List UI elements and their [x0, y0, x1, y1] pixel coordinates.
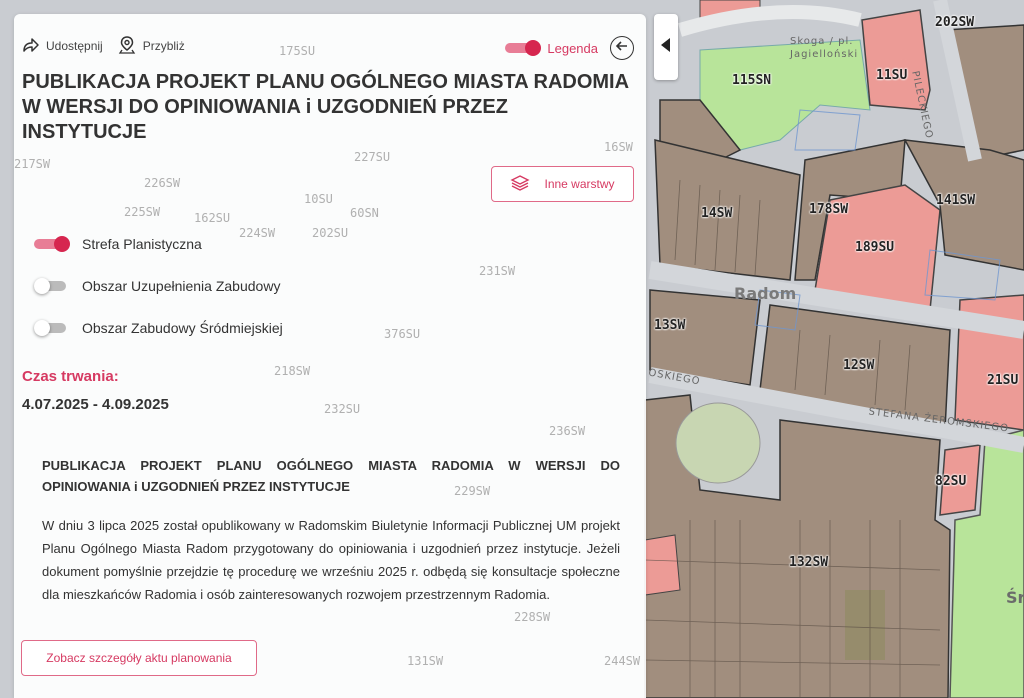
arrow-left-icon [615, 39, 629, 58]
layer-toggle-srodmiejskiej[interactable] [34, 320, 70, 336]
legend-label: Legenda [547, 40, 598, 56]
map-label-82su: 82SU [935, 474, 967, 489]
map-label-13sw: 13SW [654, 318, 686, 333]
layer-row-strefa: Strefa Planistyczna [34, 236, 202, 252]
faint-label: 228SW [514, 610, 551, 624]
map-pin-icon [117, 35, 137, 58]
planning-details-label: Zobacz szczegóły aktu planowania [46, 651, 232, 665]
faint-label: 202SU [312, 226, 349, 240]
map-label-189su: 189SU [855, 240, 895, 255]
faint-label: 224SW [239, 226, 276, 240]
faint-label: 10SU [304, 192, 333, 206]
faint-label: 225SW [124, 205, 161, 219]
page-title: PUBLIKACJA PROJEKT PLANU OGÓLNEGO MIASTA… [22, 71, 629, 143]
faint-label: 227SU [354, 150, 391, 164]
zoom-to-label: Przybliż [142, 39, 185, 53]
map-label-202sw: 202SW [935, 15, 975, 30]
map-zone-left-pink [644, 534, 681, 596]
map-city-label: Radom [734, 284, 797, 303]
map-label-12sw: 12SW [843, 358, 875, 373]
faint-label: 244SW [604, 654, 641, 668]
triangle-left-icon [661, 37, 671, 57]
map-label-srod: Śród [1006, 588, 1024, 607]
panel-toolbar: Udostępnij Przybliż Legenda [20, 35, 634, 60]
layers-icon [510, 173, 531, 196]
collapse-panel-button[interactable] [654, 14, 678, 80]
map-label-11su: 11SU [876, 68, 908, 83]
layer-toggle-strefa[interactable] [34, 236, 70, 252]
map-park [675, 402, 761, 484]
faint-label: 376SU [384, 327, 421, 341]
faint-label: 226SW [144, 176, 181, 190]
map-label-141sw: 141SW [936, 193, 976, 208]
map-label-14sw: 14SW [701, 206, 733, 221]
layer-label: Obszar Zabudowy Śródmiejskiej [82, 320, 283, 336]
layer-label: Strefa Planistyczna [82, 236, 202, 252]
map-label-21su: 21SU [987, 373, 1019, 388]
map-street-skoga: Skoga / pl. Jagielloński [790, 36, 859, 60]
description-body: W dniu 3 lipca 2025 został opublikowany … [42, 518, 620, 602]
info-panel: 175SU 227SU 226SW 217SW 225SW 162SU 224S… [14, 14, 646, 698]
other-layers-label: Inne warstwy [544, 177, 615, 191]
map-label-178sw: 178SW [809, 202, 849, 217]
other-layers-button[interactable]: Inne warstwy [491, 166, 634, 202]
layer-row-uzupelnienia: Obszar Uzupełnienia Zabudowy [34, 278, 280, 294]
faint-label: 232SU [324, 402, 361, 416]
layer-row-srodmiejskiej: Obszar Zabudowy Śródmiejskiej [34, 320, 283, 336]
share-icon [20, 35, 40, 58]
faint-label: 236SW [549, 424, 586, 438]
zoom-to-button[interactable]: Przybliż [117, 35, 185, 58]
legend-toggle[interactable] [505, 40, 542, 56]
duration-label: Czas trwania: [22, 368, 119, 385]
layer-toggle-uzupelnienia[interactable] [34, 278, 70, 294]
planning-details-button[interactable]: Zobacz szczegóły aktu planowania [21, 640, 257, 676]
faint-label: 162SU [194, 211, 231, 225]
description-title: PUBLIKACJA PROJEKT PLANU OGÓLNEGO MIASTA… [42, 458, 620, 494]
legend-control: Legenda [505, 36, 634, 60]
faint-label: 60SN [350, 206, 379, 220]
faint-label: 131SW [407, 654, 444, 668]
map-label-115sn: 115SN [732, 73, 772, 88]
duration-value: 4.07.2025 - 4.09.2025 [22, 396, 169, 413]
share-label: Udostępnij [46, 39, 103, 53]
map-label-132sw: 132SW [789, 555, 829, 570]
faint-label: 231SW [479, 264, 516, 278]
share-button[interactable]: Udostępnij [20, 35, 103, 58]
faint-label: 218SW [274, 364, 311, 378]
map-plot-olive [845, 590, 885, 660]
layer-label: Obszar Uzupełnienia Zabudowy [82, 278, 281, 294]
faint-label: 217SW [14, 157, 51, 171]
back-button[interactable] [610, 36, 634, 60]
